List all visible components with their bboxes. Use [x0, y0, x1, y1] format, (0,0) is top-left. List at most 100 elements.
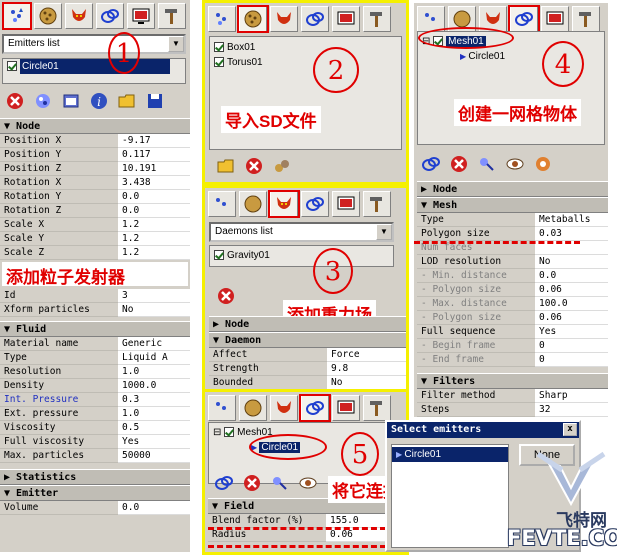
- property-row[interactable]: Polygon size 0.03: [417, 227, 608, 241]
- property-row[interactable]: Resolution 1.0: [0, 365, 190, 379]
- property-value[interactable]: 0.06: [535, 283, 608, 297]
- property-value[interactable]: Yes: [535, 325, 608, 339]
- open-button[interactable]: [215, 155, 237, 177]
- property-row[interactable]: - Polygon size 0.06: [417, 311, 608, 325]
- tab-tools[interactable]: [572, 6, 600, 32]
- property-value[interactable]: 0: [535, 353, 608, 367]
- property-value[interactable]: 0.5: [118, 421, 190, 435]
- property-value[interactable]: Liquid A: [118, 351, 190, 365]
- tab-daemons[interactable]: [270, 395, 298, 421]
- connect-button[interactable]: [32, 90, 54, 112]
- property-value[interactable]: 1.2: [118, 218, 190, 232]
- link-emitter-button[interactable]: [269, 472, 291, 494]
- tab-meshes[interactable]: [510, 6, 538, 32]
- property-row[interactable]: Scale X 1.2: [0, 218, 190, 232]
- chevron-down-icon[interactable]: ▼: [168, 36, 184, 52]
- tab-daemons[interactable]: [270, 6, 298, 32]
- tab-meshes[interactable]: [301, 191, 329, 217]
- emitters-list-combo[interactable]: Emitters list ▼: [2, 34, 186, 54]
- tab-tools[interactable]: [158, 3, 186, 29]
- section-mesh[interactable]: ▼ Mesh: [417, 197, 608, 213]
- property-value[interactable]: No: [327, 376, 406, 389]
- property-value[interactable]: Force: [327, 348, 406, 362]
- property-value[interactable]: 0.3: [118, 393, 190, 407]
- checkbox[interactable]: [214, 250, 224, 261]
- section-node[interactable]: ▶ Node: [417, 181, 608, 197]
- checkbox[interactable]: [214, 42, 224, 53]
- property-value[interactable]: No: [535, 255, 608, 269]
- delete-button[interactable]: [215, 285, 237, 307]
- tab-display[interactable]: [332, 191, 360, 217]
- list-item[interactable]: Circle01: [3, 59, 185, 74]
- property-value[interactable]: 3.438: [118, 176, 190, 190]
- property-value[interactable]: 0.03: [535, 227, 608, 241]
- section-statistics[interactable]: ▶ Statistics: [0, 469, 190, 485]
- section-node[interactable]: ▶ Node: [209, 316, 406, 332]
- section-filters[interactable]: ▼ Filters: [417, 373, 608, 389]
- property-value[interactable]: 0.0: [118, 190, 190, 204]
- property-value[interactable]: 1.0: [118, 407, 190, 421]
- property-row[interactable]: Density 1000.0: [0, 379, 190, 393]
- property-row[interactable]: Type Liquid A: [0, 351, 190, 365]
- tab-meshes[interactable]: [301, 395, 329, 421]
- tab-emitters[interactable]: [208, 395, 236, 421]
- tab-display[interactable]: [541, 6, 569, 32]
- property-row[interactable]: Scale Y 1.2: [0, 232, 190, 246]
- tab-display[interactable]: [332, 6, 360, 32]
- property-row[interactable]: Radius 0.06: [208, 528, 406, 542]
- checkbox[interactable]: [433, 36, 444, 47]
- tab-display[interactable]: [332, 395, 360, 421]
- property-value[interactable]: 0.0: [535, 269, 608, 283]
- tab-emitters[interactable]: [208, 191, 236, 217]
- property-row[interactable]: Id 3: [0, 289, 190, 303]
- property-row[interactable]: Affect Force: [209, 348, 406, 362]
- add-mesh-button[interactable]: [213, 472, 235, 494]
- property-value[interactable]: 0.0: [118, 501, 190, 515]
- property-value[interactable]: 0.0: [118, 204, 190, 218]
- daemons-list-combo[interactable]: Daemons list ▼: [209, 222, 394, 242]
- property-value[interactable]: Metaballs: [535, 213, 608, 227]
- property-value[interactable]: 1.0: [118, 365, 190, 379]
- property-row[interactable]: - Polygon size 0.06: [417, 283, 608, 297]
- property-value[interactable]: -9.17: [118, 134, 190, 148]
- tab-objects[interactable]: [239, 395, 267, 421]
- property-value[interactable]: 0: [535, 339, 608, 353]
- property-row[interactable]: Position Y 0.117: [0, 148, 190, 162]
- property-row[interactable]: Scale Z 1.2: [0, 246, 190, 260]
- property-row[interactable]: Rotation Y 0.0: [0, 190, 190, 204]
- property-value[interactable]: 1.2: [118, 232, 190, 246]
- tab-daemons[interactable]: [270, 191, 298, 217]
- property-row[interactable]: Rotation Z 0.0: [0, 204, 190, 218]
- property-row[interactable]: Position Z 10.191: [0, 162, 190, 176]
- close-icon[interactable]: x: [563, 423, 577, 436]
- tab-objects[interactable]: [448, 6, 476, 32]
- property-row[interactable]: Full viscosity Yes: [0, 435, 190, 449]
- list-item[interactable]: Box01: [210, 40, 401, 55]
- delete-button[interactable]: [243, 155, 265, 177]
- section-fluid[interactable]: ▼ Fluid: [0, 321, 190, 337]
- checkbox[interactable]: [7, 61, 17, 72]
- checkbox[interactable]: [214, 57, 224, 68]
- tab-tools[interactable]: [363, 395, 391, 421]
- group-button[interactable]: [271, 155, 293, 177]
- property-value[interactable]: 50000: [118, 449, 190, 463]
- property-value[interactable]: 0.117: [118, 148, 190, 162]
- list-item[interactable]: Gravity01: [210, 248, 393, 263]
- property-row[interactable]: Viscosity 0.5: [0, 421, 190, 435]
- property-value[interactable]: 10.191: [118, 162, 190, 176]
- tab-objects[interactable]: [239, 6, 267, 32]
- list-item[interactable]: Torus01: [210, 55, 401, 70]
- info-button[interactable]: i: [88, 90, 110, 112]
- property-row[interactable]: Steps 32: [417, 403, 608, 417]
- property-value[interactable]: 100.0: [535, 297, 608, 311]
- property-value[interactable]: Sharp: [535, 389, 608, 403]
- section-emitter[interactable]: ▼ Emitter: [0, 485, 190, 501]
- property-row[interactable]: Ext. pressure 1.0: [0, 407, 190, 421]
- property-value[interactable]: Yes: [118, 435, 190, 449]
- property-row[interactable]: - Min. distance 0.0: [417, 269, 608, 283]
- property-value[interactable]: 1.2: [118, 246, 190, 260]
- delete-button[interactable]: [448, 153, 470, 175]
- chevron-down-icon[interactable]: ▼: [376, 224, 392, 240]
- property-value[interactable]: No: [118, 303, 190, 317]
- tab-daemons[interactable]: [479, 6, 507, 32]
